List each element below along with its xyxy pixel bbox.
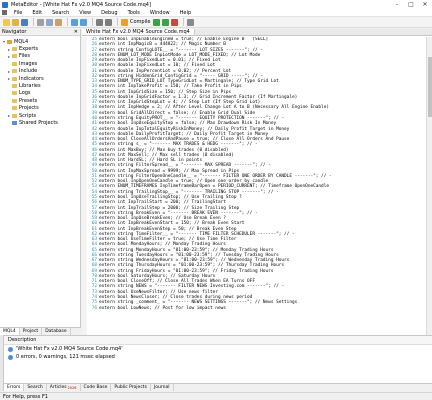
- tab-mql4[interactable]: MQL4: [0, 328, 20, 335]
- code-text: extern bool LowNews; // Post for low imp…: [99, 305, 226, 311]
- articles-count-badge: 2026: [67, 385, 77, 390]
- description-column-header[interactable]: Description: [4, 336, 432, 345]
- navigator-title: Navigator: [2, 29, 27, 35]
- save-icon[interactable]: [21, 18, 28, 26]
- document-menu-icon[interactable]: [2, 10, 7, 15]
- toolbar: Compile: [0, 17, 432, 28]
- compile-button[interactable]: Compile: [121, 18, 151, 26]
- toolbox-toggle-icon[interactable]: [105, 18, 112, 26]
- tree-item-include[interactable]: ▸ Include: [0, 68, 80, 75]
- paste-icon[interactable]: [55, 18, 62, 26]
- navigator-header: Navigator ✕: [0, 29, 80, 36]
- folder-icon: [12, 76, 17, 81]
- expand-icon[interactable]: ▸: [7, 54, 11, 59]
- info-icon: [8, 354, 13, 360]
- shared-folder-icon: [12, 120, 17, 125]
- tree-item-experts[interactable]: ▸ Experts: [0, 45, 80, 52]
- code-editor: White Hat Fx v2.0 MQ4 Source Code.mq4 25…: [82, 29, 432, 335]
- start-debug-icon[interactable]: [153, 18, 161, 26]
- redo-icon[interactable]: [80, 18, 87, 26]
- copy-icon[interactable]: [46, 18, 53, 26]
- tree-item-libraries[interactable]: Libraries: [0, 82, 80, 89]
- collapse-icon[interactable]: ▾: [2, 39, 6, 44]
- message-row[interactable]: 'White Hat Fx v2.0 MQ4 Source Code.mq4': [4, 345, 432, 353]
- close-button[interactable]: ✕: [418, 0, 432, 9]
- folder-icon: [12, 91, 17, 96]
- compile-icon: [121, 18, 128, 26]
- expand-icon[interactable]: ▸: [7, 76, 11, 81]
- tab-database[interactable]: Database: [42, 328, 71, 335]
- tree-item-shared-projects[interactable]: Shared Projects: [0, 119, 80, 126]
- menu-bar: File Edit Search View Debug Tools Window…: [0, 9, 432, 17]
- info-icon: [8, 346, 13, 352]
- tree-item-presets[interactable]: Presets: [0, 97, 80, 104]
- navigator-tree: ▾ MQL4 ▸ Experts ▸ Files Images ▸ Includ…: [0, 36, 80, 127]
- code-line[interactable]: 76 extern bool LowNews; // Post for low i…: [87, 306, 432, 311]
- folder-icon: [12, 54, 17, 59]
- tab-code-base[interactable]: Code Base: [81, 384, 112, 391]
- compile-label: Compile: [130, 19, 151, 25]
- tree-item-scripts[interactable]: ▸ Scripts: [0, 112, 80, 119]
- navigator-panel: Navigator ✕ ▾ MQL4 ▸ Experts ▸ Files Ima…: [0, 29, 81, 335]
- tab-articles[interactable]: Articles 2026: [47, 384, 81, 391]
- start-profiling-icon[interactable]: [162, 18, 170, 26]
- toolbox-panel: Description 'White Hat Fx v2.0 MQ4 Sourc…: [0, 335, 432, 400]
- folder-icon: [12, 69, 17, 74]
- menu-debug[interactable]: Debug: [96, 10, 122, 16]
- folder-icon: [12, 84, 17, 89]
- minimize-button[interactable]: –: [390, 0, 404, 9]
- maximize-button[interactable]: □: [404, 0, 418, 9]
- tree-item-logs[interactable]: Logs: [0, 90, 80, 97]
- expand-icon[interactable]: ▸: [7, 113, 11, 118]
- metaeditor-app-icon: [2, 1, 8, 8]
- tree-item-images[interactable]: Images: [0, 60, 80, 67]
- menu-help[interactable]: Help: [175, 10, 196, 16]
- folder-icon: [12, 61, 17, 66]
- folder-icon: [12, 47, 17, 52]
- navigator-toggle-icon[interactable]: [96, 18, 103, 26]
- folder-icon: [12, 113, 17, 118]
- window-title: MetaEditor - [White Hat Fx v2.0 MQ4 Sour…: [11, 1, 151, 8]
- code-text-area[interactable]: 25 extern bool InpEnableEngineB = true; /…: [87, 37, 432, 335]
- expand-icon[interactable]: ▸: [7, 47, 11, 52]
- tree-item-files[interactable]: ▸ Files: [0, 53, 80, 60]
- expand-icon[interactable]: ▸: [7, 69, 11, 74]
- message-row[interactable]: 0 errors, 0 warnings, 121 msec elapsed: [4, 353, 432, 361]
- tree-item-projects[interactable]: Projects: [0, 105, 80, 112]
- navigator-tabs: MQL4 Project Database: [0, 327, 81, 335]
- folder-icon: [7, 39, 12, 44]
- errors-panel: Description 'White Hat Fx v2.0 MQ4 Sourc…: [4, 335, 432, 383]
- tree-item-indicators[interactable]: ▸ Indicators: [0, 75, 80, 82]
- tab-errors[interactable]: Errors: [4, 384, 25, 391]
- tab-search[interactable]: Search: [24, 384, 47, 391]
- menu-window[interactable]: Window: [145, 10, 175, 16]
- folder-icon: [12, 98, 17, 103]
- undo-icon[interactable]: [71, 18, 78, 26]
- status-bar: For Help, press F1: [0, 392, 432, 400]
- editor-vertical-scrollbar[interactable]: [426, 37, 432, 335]
- menu-tools[interactable]: Tools: [123, 10, 145, 16]
- menu-view[interactable]: View: [74, 10, 96, 16]
- terminal-icon[interactable]: [187, 18, 195, 26]
- tree-item-mql4[interactable]: ▾ MQL4: [0, 38, 80, 45]
- document-tab[interactable]: White Hat Fx v2.0 MQ4 Source Code.mq4: [82, 29, 195, 35]
- tab-journal[interactable]: Journal: [151, 384, 174, 391]
- menu-edit[interactable]: Edit: [27, 10, 47, 16]
- title-bar: MetaEditor - [White Hat Fx v2.0 MQ4 Sour…: [0, 0, 432, 9]
- document-tabs: White Hat Fx v2.0 MQ4 Source Code.mq4: [82, 29, 432, 36]
- folder-icon: [12, 106, 17, 111]
- tab-public-projects[interactable]: Public Projects: [111, 384, 151, 391]
- menu-file[interactable]: File: [9, 10, 27, 16]
- line-number: 76: [91, 305, 97, 311]
- open-folder-icon[interactable]: [12, 18, 19, 26]
- navigator-close-icon[interactable]: ✕: [74, 29, 80, 35]
- new-file-icon[interactable]: [3, 18, 10, 26]
- cut-icon[interactable]: [37, 18, 44, 26]
- toolbox-tabs: Errors Search Articles 2026 Code Base Pub…: [4, 383, 432, 391]
- tab-project[interactable]: Project: [20, 328, 43, 335]
- menu-search[interactable]: Search: [47, 10, 74, 16]
- status-text: For Help, press F1: [3, 393, 49, 400]
- stop-icon[interactable]: [171, 18, 179, 26]
- scrollbar-thumb[interactable]: [428, 57, 432, 117]
